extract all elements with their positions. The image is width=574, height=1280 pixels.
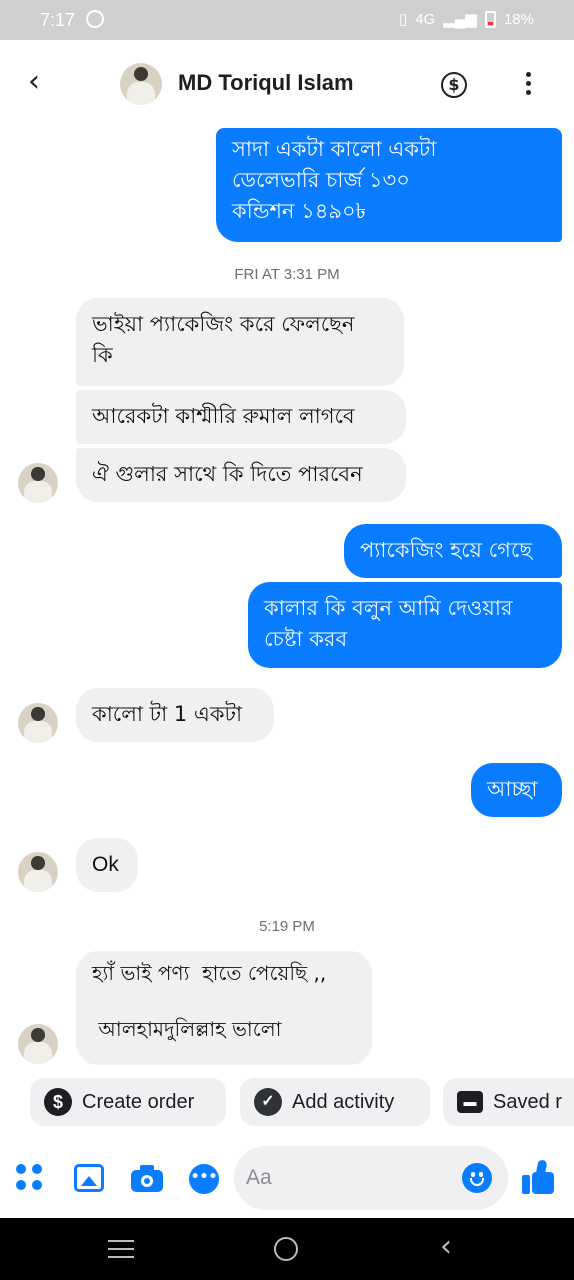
message-composer: ••• <box>0 1140 574 1216</box>
system-nav-bar: ‹ <box>0 1218 574 1280</box>
sender-avatar[interactable] <box>18 703 58 743</box>
check-icon: ✓ <box>254 1088 282 1116</box>
whatsapp-icon <box>86 10 104 28</box>
camera-icon[interactable] <box>131 1164 163 1194</box>
message-bubble-incoming[interactable]: হ্যাঁ ভাই পণ্য হাতে পেয়েছি ,, আলহামদুলি… <box>76 951 372 1065</box>
message-bubble-incoming[interactable]: ঐ গুলার সাথে কি দিতে পারবেন <box>76 448 406 502</box>
message-bubble-incoming[interactable]: কালো টা 1 একটা <box>76 688 274 742</box>
message-bubble-incoming[interactable]: Ok <box>76 838 138 892</box>
create-order-label: Create order <box>82 1090 195 1113</box>
contact-name[interactable]: MD Toriqul Islam <box>178 70 354 96</box>
emoji-icon[interactable] <box>462 1163 492 1193</box>
timestamp: FRI AT 3:31 PM <box>234 266 340 283</box>
status-indicators: ▯ 4G ▂▄▆ 18% <box>399 10 534 28</box>
saved-replies-label: Saved r <box>493 1090 562 1113</box>
dollar-icon: $ <box>44 1088 72 1116</box>
contact-avatar[interactable] <box>120 63 162 105</box>
thumbs-up-icon[interactable] <box>522 1159 556 1196</box>
message-bubble-outgoing[interactable]: কালার কি বলুন আমি দেওয়ার চেষ্টা করব <box>248 582 562 668</box>
add-activity-button[interactable]: ✓ Add activity <box>240 1078 430 1126</box>
message-bubble-outgoing[interactable]: সাদা একটা কালো একটা ডেলেভারি চার্জ ১৩০ ক… <box>216 128 562 242</box>
sender-avatar[interactable] <box>18 1024 58 1064</box>
apps-grid-icon[interactable] <box>16 1164 46 1194</box>
create-order-button[interactable]: $ Create order <box>30 1078 226 1126</box>
sender-avatar[interactable] <box>18 852 58 892</box>
back-arrow-icon[interactable]: ‹ <box>28 67 54 97</box>
saved-replies-button[interactable]: ▬ Saved r <box>443 1078 574 1126</box>
home-icon[interactable] <box>274 1237 298 1261</box>
signal-icon: ▂▄▆ <box>443 11 477 28</box>
dollar-icon[interactable]: $ <box>441 72 467 98</box>
chat-header: ‹ MD Toriqul Islam $ <box>0 40 574 128</box>
back-icon[interactable]: ‹ <box>440 1232 452 1262</box>
battery-icon <box>484 10 496 28</box>
add-activity-label: Add activity <box>292 1090 395 1113</box>
gallery-icon[interactable] <box>74 1164 104 1192</box>
saved-replies-icon: ▬ <box>457 1091 483 1113</box>
battery-percent: 18% <box>503 10 534 28</box>
sender-avatar[interactable] <box>18 463 58 503</box>
message-input-container[interactable] <box>234 1146 508 1210</box>
message-bubble-incoming[interactable]: আরেকটা কাশ্মীরি রুমাল লাগবে <box>76 390 406 444</box>
more-options-icon[interactable] <box>526 72 532 96</box>
chat-bubble-icon[interactable]: ••• <box>189 1164 219 1194</box>
timestamp: 5:19 PM <box>259 918 315 935</box>
recent-apps-icon[interactable] <box>108 1240 134 1260</box>
status-time: 7:17 <box>40 10 76 30</box>
network-label: 4G <box>415 10 436 28</box>
message-input[interactable] <box>246 1160 446 1196</box>
vibrate-icon: ▯ <box>398 11 408 28</box>
message-bubble-outgoing[interactable]: আচ্ছা <box>471 763 562 817</box>
message-bubble-outgoing[interactable]: প্যাকেজিং হয়ে গেছে <box>344 524 562 578</box>
message-bubble-incoming[interactable]: ভাইয়া প্যাকেজিং করে ফেলছেন কি <box>76 298 404 386</box>
status-bar: 7:17 ▯ 4G ▂▄▆ 18% <box>0 0 574 40</box>
